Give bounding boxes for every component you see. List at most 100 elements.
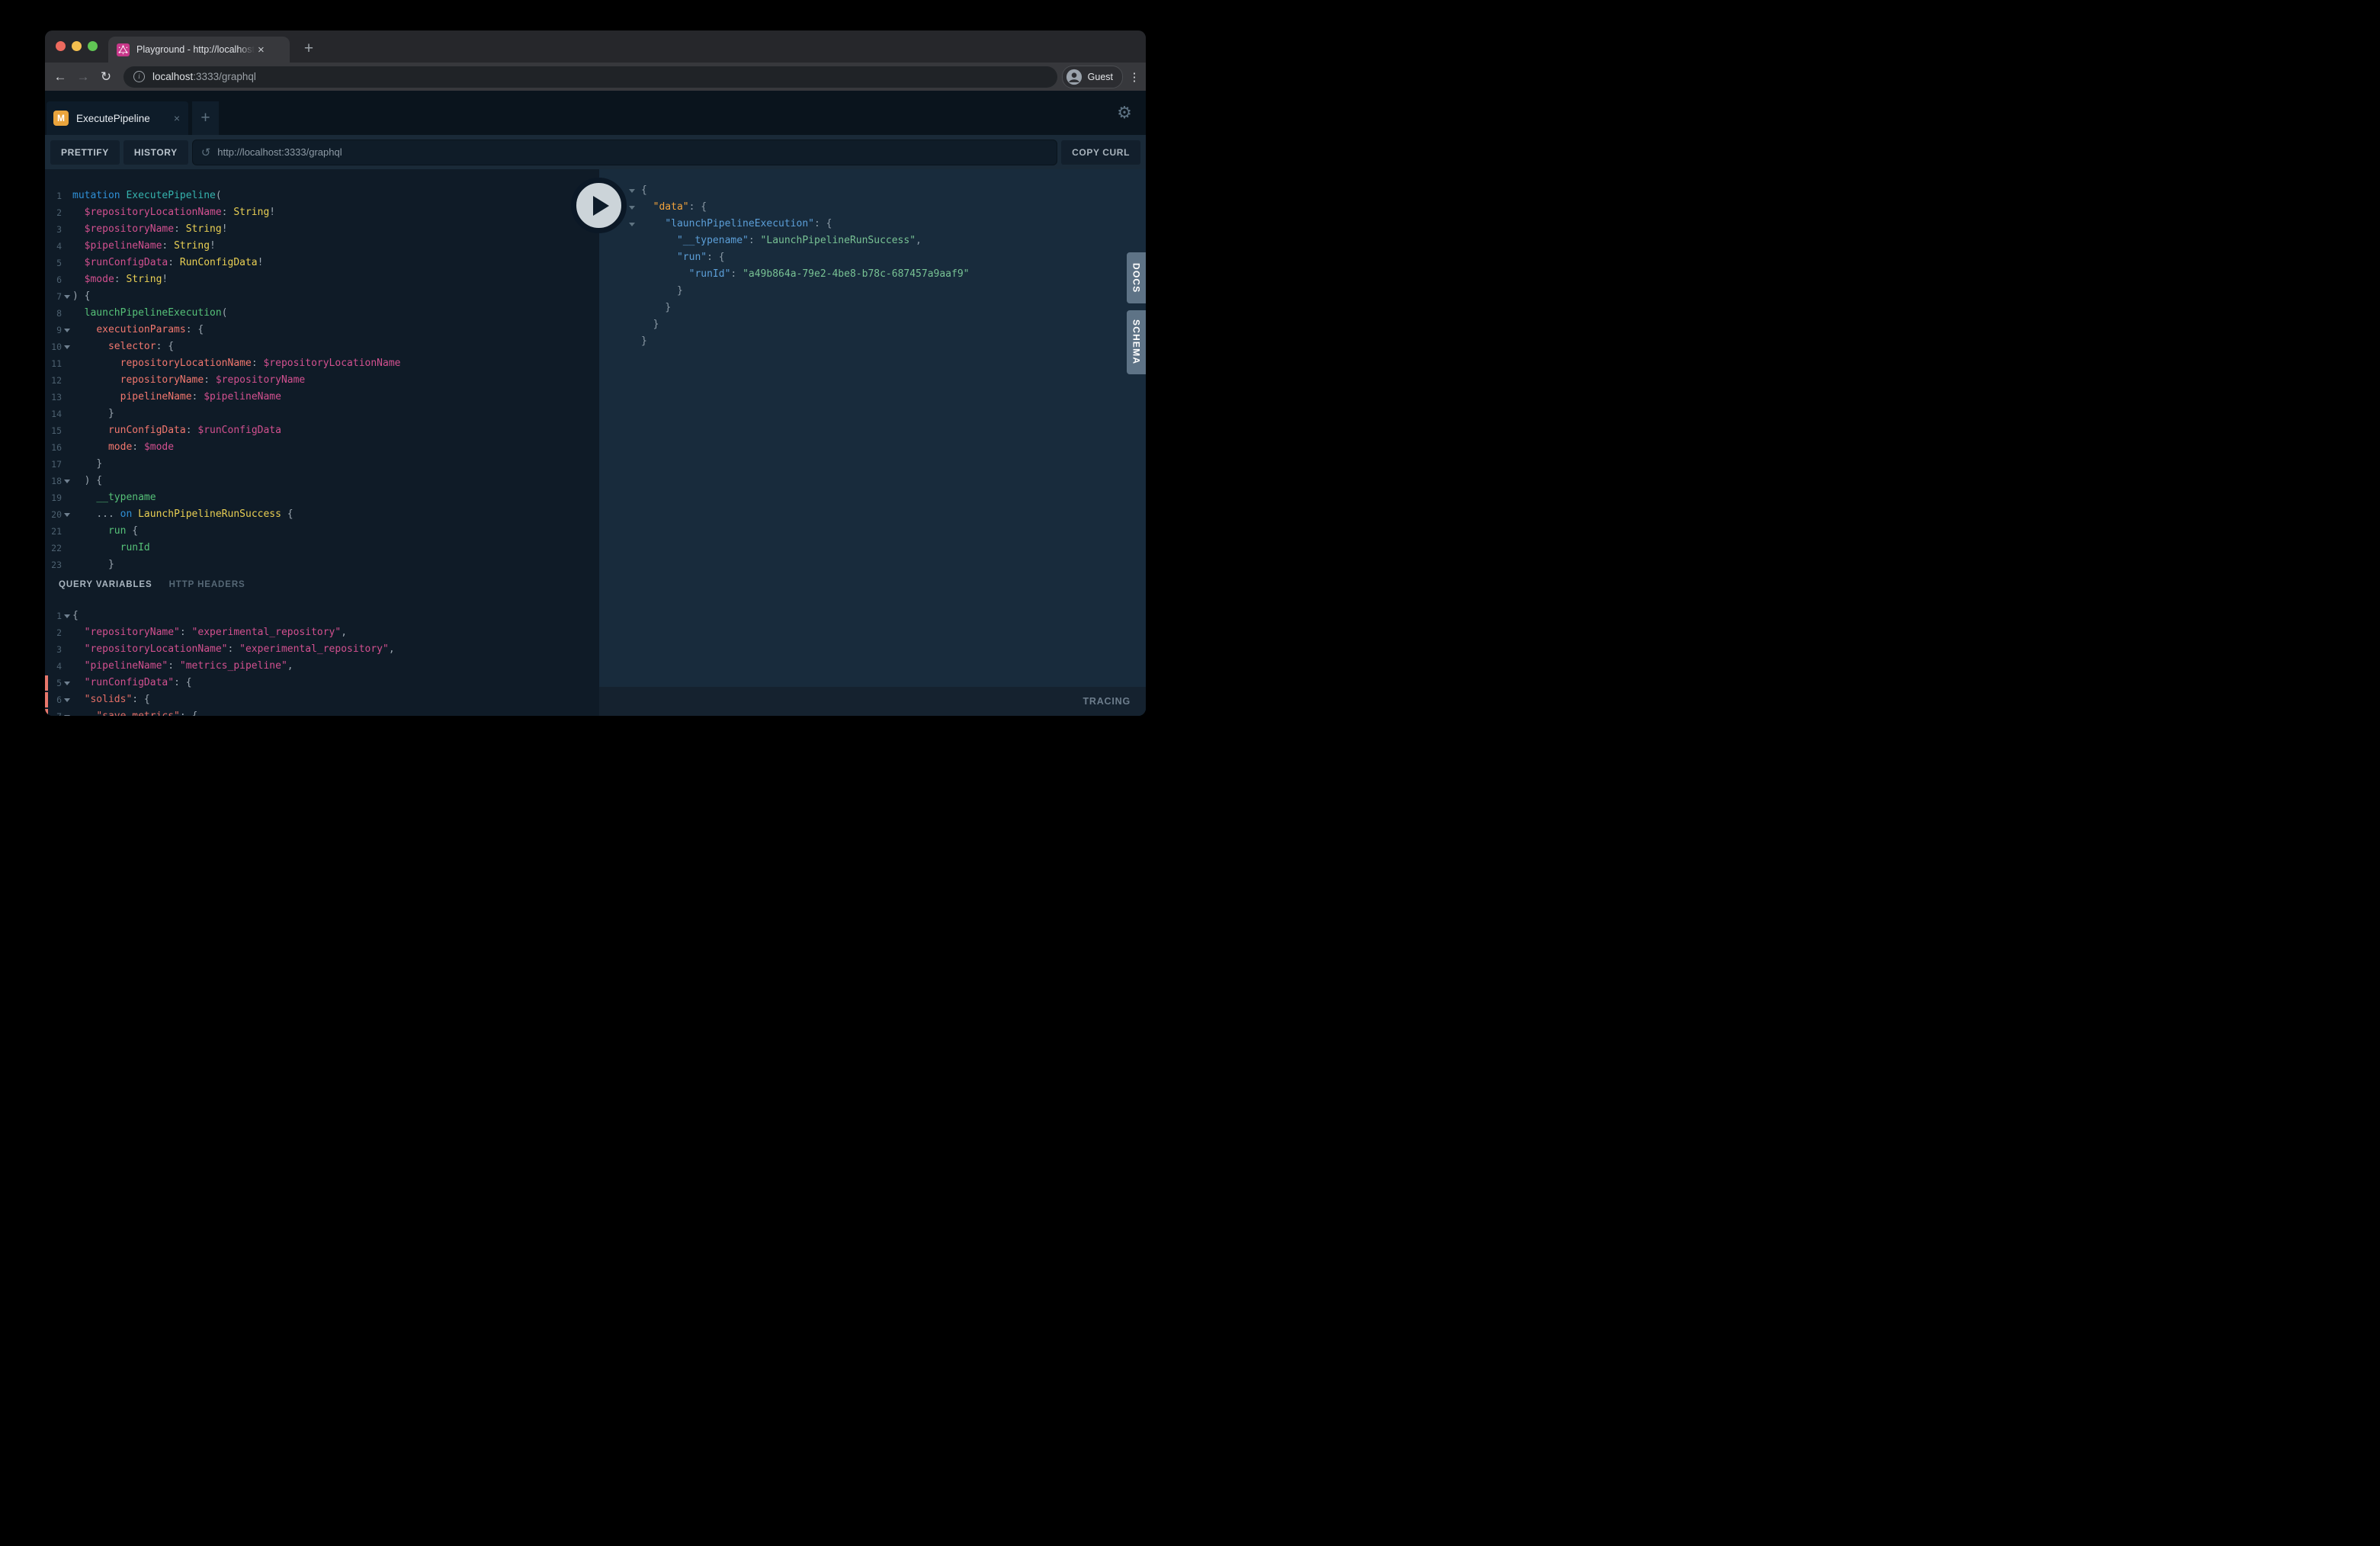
fold-arrow-icon[interactable] — [62, 480, 72, 483]
code-line[interactable]: 12 repositoryName: $repositoryName — [45, 372, 599, 389]
line-number: 2 — [45, 624, 62, 641]
line-number: 8 — [45, 305, 62, 322]
code-line[interactable]: 6 "solids": { — [45, 691, 599, 708]
play-icon — [593, 196, 609, 216]
code-line[interactable]: 5 $runConfigData: RunConfigData! — [45, 255, 599, 271]
browser-tab[interactable]: Playground - http://localhost:3 × — [108, 37, 290, 63]
code-line[interactable]: 11 repositoryLocationName: $repositoryLo… — [45, 355, 599, 372]
new-session-button[interactable]: + — [192, 101, 219, 135]
code-line[interactable]: 15 runConfigData: $runConfigData — [45, 422, 599, 439]
endpoint-input[interactable]: ↺ http://localhost:3333/graphql — [192, 140, 1057, 165]
schema-side-tab[interactable]: SCHEMA — [1127, 310, 1146, 374]
code-line[interactable]: 9 executionParams: { — [45, 322, 599, 338]
code-line[interactable]: 2 "repositoryName": "experimental_reposi… — [45, 624, 599, 641]
code-line[interactable]: 7 "save_metrics": { — [45, 708, 599, 716]
browser-tab-close-icon[interactable]: × — [258, 43, 265, 56]
fold-arrow-icon[interactable] — [62, 345, 72, 349]
code-line[interactable]: 16 mode: $mode — [45, 439, 599, 456]
line-number: 10 — [45, 338, 62, 355]
code-text: $mode: String! — [72, 271, 168, 288]
code-line[interactable]: 10 selector: { — [45, 338, 599, 355]
code-text: "repositoryLocationName": "experimental_… — [72, 641, 395, 658]
settings-gear-icon[interactable]: ⚙ — [1113, 101, 1136, 124]
line-number: 14 — [45, 406, 62, 422]
playground-toolbar: PRETTIFY HISTORY ↺ http://localhost:3333… — [45, 135, 1146, 169]
code-text: run { — [72, 523, 138, 540]
browser-toolbar: ← → ↻ i localhost:3333/graphql Guest ⋮ — [45, 63, 1146, 91]
line-number: 11 — [45, 355, 62, 372]
browser-menu-icon[interactable]: ⋮ — [1123, 70, 1146, 84]
code-line[interactable]: 18 ) { — [45, 473, 599, 489]
code-line[interactable]: 4 "pipelineName": "metrics_pipeline", — [45, 658, 599, 675]
address-bar[interactable]: i localhost:3333/graphql — [123, 66, 1057, 88]
copy-curl-button[interactable]: COPY CURL — [1061, 140, 1140, 165]
fold-arrow-icon[interactable] — [62, 513, 72, 517]
close-window-button[interactable] — [56, 41, 66, 51]
line-number: 3 — [45, 641, 62, 658]
profile-button[interactable]: Guest — [1062, 66, 1123, 88]
code-line[interactable]: 23 } — [45, 556, 599, 571]
back-icon[interactable]: ← — [49, 69, 72, 85]
code-line[interactable]: 2 $repositoryLocationName: String! — [45, 204, 599, 221]
code-line[interactable]: 20 ... on LaunchPipelineRunSuccess { — [45, 506, 599, 523]
code-line[interactable]: 22 runId — [45, 540, 599, 556]
reset-endpoint-icon[interactable]: ↺ — [201, 146, 211, 159]
code-line[interactable]: 1{ — [45, 608, 599, 624]
fold-arrow-icon[interactable] — [62, 295, 72, 299]
fold-arrow-icon[interactable] — [627, 189, 637, 193]
fold-arrow-icon[interactable] — [62, 698, 72, 702]
line-number: 19 — [45, 489, 62, 506]
code-text: ) { — [72, 288, 90, 305]
code-text: pipelineName: $pipelineName — [72, 389, 281, 406]
session-tab-close-icon[interactable]: × — [174, 112, 180, 124]
browser-window: Playground - http://localhost:3 × + ← → … — [45, 30, 1146, 716]
variables-editor[interactable]: 1{2 "repositoryName": "experimental_repo… — [45, 596, 599, 716]
tracing-bar[interactable]: TRACING — [599, 687, 1146, 716]
fold-arrow-icon[interactable] — [62, 682, 72, 685]
code-line[interactable]: 19 __typename — [45, 489, 599, 506]
forward-icon[interactable]: → — [72, 69, 95, 85]
line-number: 21 — [45, 523, 62, 540]
fold-arrow-icon[interactable] — [627, 206, 637, 210]
code-line[interactable]: 1mutation ExecutePipeline( — [45, 188, 599, 204]
code-line[interactable]: 13 pipelineName: $pipelineName — [45, 389, 599, 406]
line-number: 1 — [45, 188, 62, 204]
execute-query-button[interactable] — [571, 178, 627, 233]
code-text: "runId": "a49b864a-79e2-4be8-b78c-687457… — [641, 266, 970, 283]
code-line[interactable]: 7) { — [45, 288, 599, 305]
fold-arrow-icon[interactable] — [627, 223, 637, 226]
code-line[interactable]: 17 } — [45, 456, 599, 473]
minimize-window-button[interactable] — [72, 41, 82, 51]
code-line: } — [599, 283, 1146, 300]
graphql-playground-favicon — [117, 43, 130, 56]
code-text: mode: $mode — [72, 439, 174, 456]
code-line[interactable]: 4 $pipelineName: String! — [45, 238, 599, 255]
query-pane: 1mutation ExecutePipeline(2 $repositoryL… — [45, 169, 599, 716]
code-text: __typename — [72, 489, 156, 506]
history-button[interactable]: HISTORY — [123, 140, 188, 165]
tab-query-variables[interactable]: QUERY VARIABLES — [59, 580, 152, 589]
query-editor[interactable]: 1mutation ExecutePipeline(2 $repositoryL… — [45, 169, 599, 571]
fold-arrow-icon[interactable] — [62, 715, 72, 717]
code-line[interactable]: 3 $repositoryName: String! — [45, 221, 599, 238]
code-line[interactable]: 14 } — [45, 406, 599, 422]
code-line[interactable]: 21 run { — [45, 523, 599, 540]
docs-side-tab[interactable]: DOCS — [1127, 252, 1146, 303]
reload-icon[interactable]: ↻ — [95, 69, 117, 85]
code-text: runId — [72, 540, 150, 556]
prettify-button[interactable]: PRETTIFY — [50, 140, 120, 165]
fold-arrow-icon[interactable] — [62, 614, 72, 618]
code-line[interactable]: 3 "repositoryLocationName": "experimenta… — [45, 641, 599, 658]
fold-arrow-icon[interactable] — [62, 329, 72, 332]
tab-http-headers[interactable]: HTTP HEADERS — [169, 580, 245, 589]
browser-new-tab-button[interactable]: + — [298, 38, 319, 59]
code-text: } — [641, 300, 671, 316]
maximize-window-button[interactable] — [88, 41, 98, 51]
code-line[interactable]: 8 launchPipelineExecution( — [45, 305, 599, 322]
line-number: 6 — [45, 271, 62, 288]
code-line[interactable]: 5 "runConfigData": { — [45, 675, 599, 691]
line-number: 17 — [45, 456, 62, 473]
session-tab-executepipeline[interactable]: M ExecutePipeline × — [47, 101, 188, 135]
site-info-icon[interactable]: i — [133, 71, 145, 82]
code-line[interactable]: 6 $mode: String! — [45, 271, 599, 288]
